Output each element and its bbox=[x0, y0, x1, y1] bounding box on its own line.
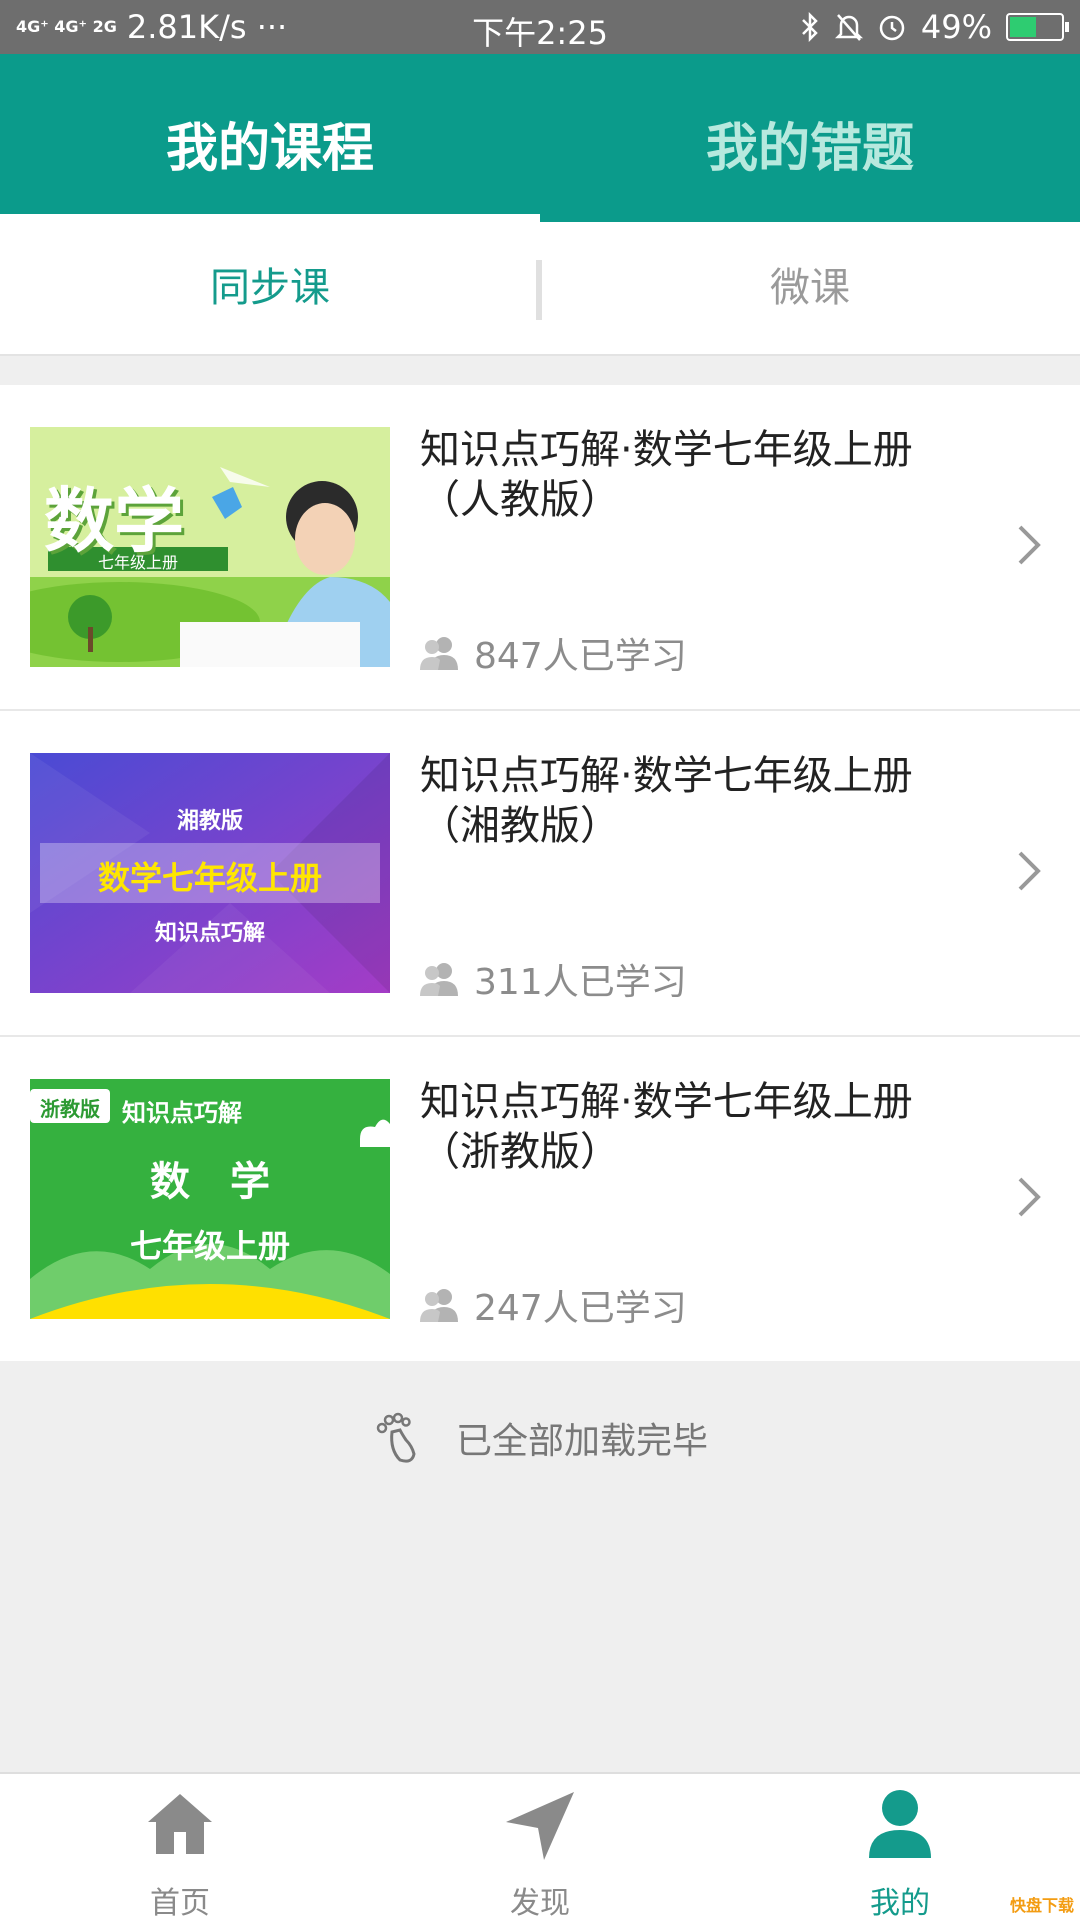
nav-discover-label: 发现 bbox=[510, 1886, 570, 1921]
learner-count: 311人已学习 bbox=[474, 962, 687, 1003]
thumbnail-title: 数学七年级上册 bbox=[97, 859, 322, 897]
tab-my-courses-label: 我的课程 bbox=[165, 119, 374, 179]
nav-home-label: 首页 bbox=[150, 1886, 210, 1921]
course-item[interactable]: 数学 七年级上册 知识点巧解·数学七年级上册（人教版） 847人已学习 bbox=[0, 385, 1080, 711]
navigation-icon bbox=[506, 1792, 574, 1860]
top-tab-bar: 我的课程 我的错题 bbox=[0, 54, 1080, 222]
nav-discover[interactable]: 发现 bbox=[360, 1774, 720, 1922]
thumbnail-subtitle: 知识点巧解 bbox=[122, 1099, 242, 1127]
subtab-divider bbox=[536, 260, 542, 320]
chevron-right-icon bbox=[1018, 1177, 1041, 1217]
users-icon bbox=[420, 963, 458, 996]
chevron-right-icon bbox=[1018, 525, 1041, 565]
sub-tab-bar: 同步课 微课 bbox=[0, 222, 1080, 356]
course-item[interactable]: 湘教版 数学七年级上册 知识点巧解 知识点巧解·数学七年级上册（湘教版） 311… bbox=[0, 711, 1080, 1037]
thumbnail-grade: 七年级上册 bbox=[129, 1227, 290, 1265]
alarm-icon bbox=[879, 15, 905, 41]
active-tab-indicator bbox=[0, 214, 540, 222]
status-bar: 4G⁺ 4G⁺ 2G 2.81K/s ··· 下午2:25 49% bbox=[0, 0, 1080, 54]
course-title: 知识点巧解·数学七年级上册（浙教版） bbox=[420, 1079, 913, 1175]
thumbnail-subtitle: 知识点巧解 bbox=[154, 921, 265, 946]
course-thumbnail: 数学 七年级上册 bbox=[30, 427, 390, 667]
chevron-right-icon bbox=[1018, 851, 1041, 891]
learner-count: 247人已学习 bbox=[474, 1288, 687, 1329]
footprint-icon bbox=[376, 1412, 416, 1463]
bottom-nav: 首页 发现 我的 bbox=[0, 1772, 1080, 1922]
bluetooth-icon bbox=[801, 12, 818, 42]
course-title: 知识点巧解·数学七年级上册（湘教版） bbox=[420, 753, 913, 849]
thumbnail-badge: 浙教版 bbox=[40, 1097, 100, 1121]
list-end-text: 已全部加载完毕 bbox=[455, 1421, 708, 1462]
thumbnail-title: 数 学 bbox=[150, 1159, 270, 1205]
watermark-logo: 快盘下载 bbox=[1009, 1896, 1074, 1915]
user-icon bbox=[869, 1790, 931, 1858]
list-end-message: 已全部加载完毕 bbox=[0, 1410, 1080, 1466]
course-list: 数学 七年级上册 知识点巧解·数学七年级上册（人教版） 847人已学习 湘教版 … bbox=[0, 385, 1080, 1361]
tab-my-courses[interactable]: 我的课程 bbox=[0, 54, 540, 222]
users-icon bbox=[420, 637, 458, 670]
nav-home[interactable]: 首页 bbox=[0, 1774, 360, 1922]
course-title: 知识点巧解·数学七年级上册（人教版） bbox=[420, 427, 913, 523]
thumbnail-edition: 湘教版 bbox=[176, 809, 243, 834]
home-icon bbox=[148, 1794, 212, 1854]
learner-count: 847人已学习 bbox=[474, 636, 687, 677]
course-thumbnail: 湘教版 数学七年级上册 知识点巧解 bbox=[30, 753, 390, 993]
tab-my-mistakes[interactable]: 我的错题 bbox=[540, 54, 1080, 222]
bell-off-icon bbox=[834, 14, 863, 41]
thumbnail-ribbon: 七年级上册 bbox=[97, 553, 178, 572]
tab-my-mistakes-label: 我的错题 bbox=[705, 119, 914, 179]
course-thumbnail: 浙教版 知识点巧解 数 学 七年级上册 bbox=[30, 1079, 390, 1319]
battery-icon bbox=[1006, 13, 1069, 41]
course-item[interactable]: 浙教版 知识点巧解 数 学 七年级上册 知识点巧解·数学七年级上册（浙教版） 2… bbox=[0, 1037, 1080, 1361]
subtab-micro-course[interactable]: 微课 bbox=[540, 222, 1080, 354]
users-icon bbox=[420, 1289, 458, 1322]
battery-percent: 49% bbox=[920, 8, 992, 46]
subtab-sync-course[interactable]: 同步课 bbox=[0, 222, 540, 354]
